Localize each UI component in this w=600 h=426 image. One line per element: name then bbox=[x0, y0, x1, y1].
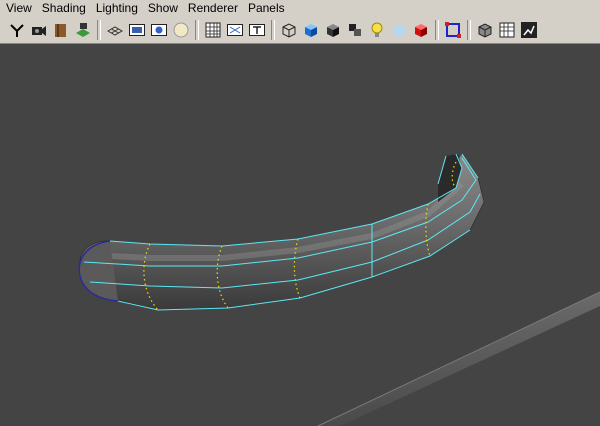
ledge-edge bbox=[317, 291, 600, 426]
menu-show[interactable]: Show bbox=[138, 0, 178, 17]
menu-lighting[interactable]: Lighting bbox=[86, 0, 138, 17]
panel-toolbar bbox=[0, 17, 600, 44]
gate-mask-icon[interactable] bbox=[171, 20, 191, 40]
menu-shading[interactable]: Shading bbox=[32, 0, 86, 17]
hud-toggle-icon[interactable] bbox=[519, 20, 539, 40]
viewport-menubar: View Shading Lighting Show Renderer Pane… bbox=[0, 0, 600, 17]
film-gate-icon[interactable] bbox=[127, 20, 147, 40]
flat-shade-icon[interactable] bbox=[323, 20, 343, 40]
3d-viewport[interactable] bbox=[0, 44, 600, 426]
safe-action-icon[interactable] bbox=[225, 20, 245, 40]
bookmarks-icon[interactable] bbox=[51, 20, 71, 40]
curved-pipe-mesh[interactable] bbox=[78, 153, 485, 311]
frame-all-icon[interactable] bbox=[497, 20, 517, 40]
textured-icon[interactable] bbox=[411, 20, 431, 40]
menu-renderer[interactable]: Renderer bbox=[178, 0, 238, 17]
wireframe-icon[interactable] bbox=[279, 20, 299, 40]
smooth-shade-icon[interactable] bbox=[301, 20, 321, 40]
safe-title-icon[interactable] bbox=[247, 20, 267, 40]
image-plane-icon[interactable] bbox=[73, 20, 93, 40]
viewport-scene[interactable] bbox=[0, 44, 600, 426]
field-chart-icon[interactable] bbox=[203, 20, 223, 40]
menu-view[interactable]: View bbox=[0, 0, 32, 17]
menu-panels[interactable]: Panels bbox=[238, 0, 285, 17]
grid-icon[interactable] bbox=[105, 20, 125, 40]
camera-attributes-icon[interactable] bbox=[29, 20, 49, 40]
resolution-gate-icon[interactable] bbox=[149, 20, 169, 40]
isolate-select-icon[interactable] bbox=[443, 20, 463, 40]
select-camera-icon[interactable] bbox=[7, 20, 27, 40]
bounding-box-icon[interactable] bbox=[345, 20, 365, 40]
shaded-wireframe-icon[interactable] bbox=[475, 20, 495, 40]
xray-icon[interactable] bbox=[389, 20, 409, 40]
use-default-light-icon[interactable] bbox=[367, 20, 387, 40]
